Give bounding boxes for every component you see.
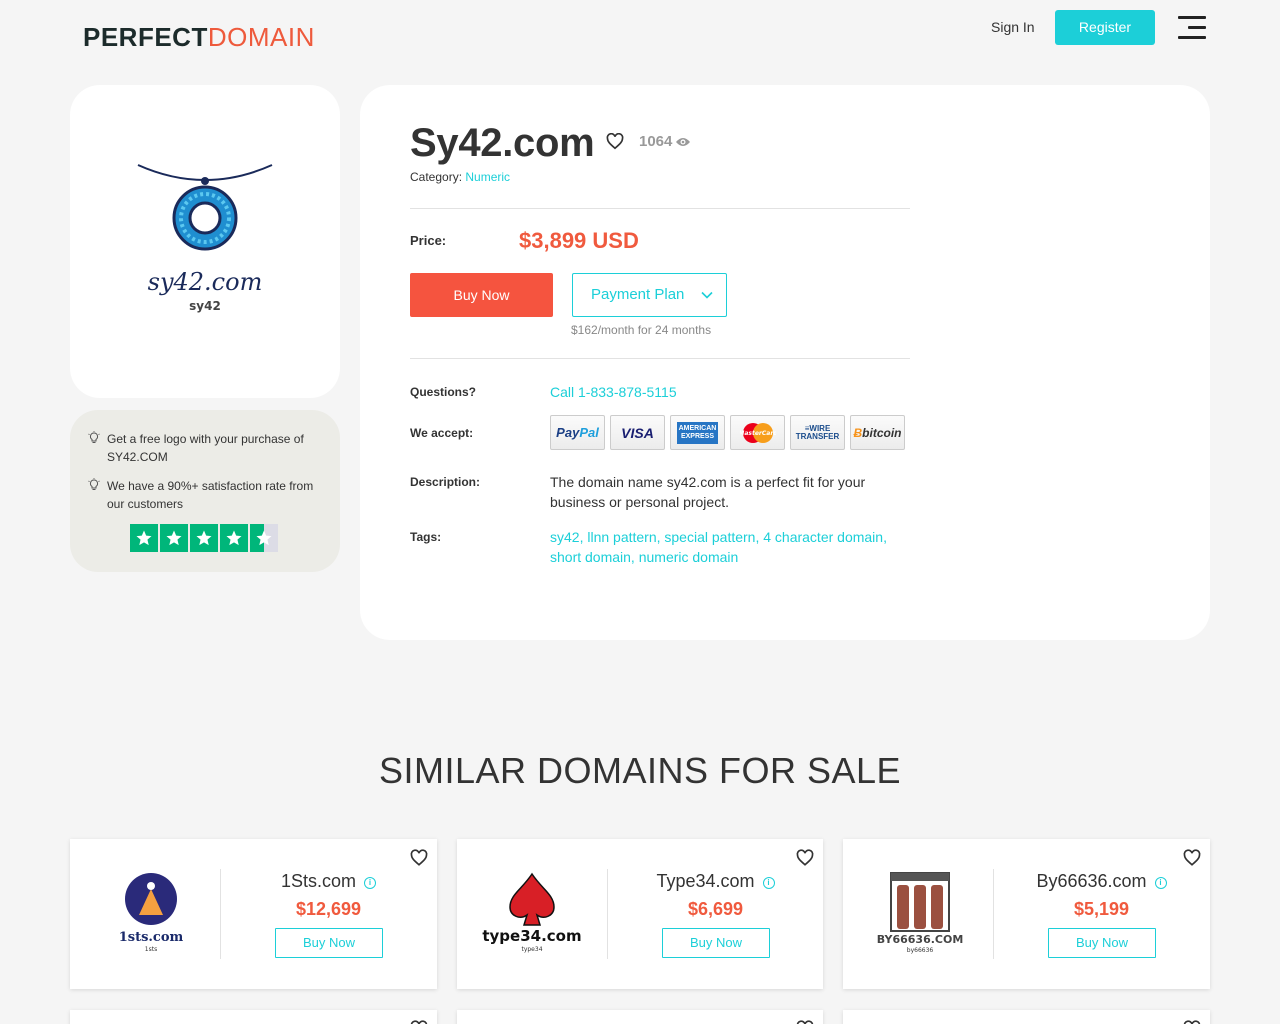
sign-in-link[interactable]: Sign In	[991, 19, 1035, 35]
info-icon[interactable]: i	[364, 877, 377, 889]
heart-icon[interactable]	[796, 1020, 814, 1024]
category-label: Category:	[410, 170, 463, 184]
info-icon[interactable]: i	[1154, 877, 1167, 889]
view-count: 1064	[639, 133, 691, 150]
price-label: Price:	[410, 233, 447, 248]
chevron-down-icon	[701, 291, 713, 299]
domain-name: Type34.com	[656, 871, 755, 891]
domain-logo-image: type34.com type34	[477, 869, 587, 959]
tags-label: Tags:	[410, 530, 442, 544]
svg-text:MasterCard: MasterCard	[740, 430, 776, 437]
domain-name: By66636.com	[1036, 871, 1147, 891]
logo-domain-text: BY66636.COM	[877, 933, 964, 946]
star-icon	[130, 524, 158, 552]
similar-domain-card-partial[interactable]	[843, 1010, 1210, 1024]
we-accept-label: We accept:	[410, 426, 474, 440]
view-count-value: 1064	[639, 133, 673, 150]
logo-sub-text: 1sts	[145, 946, 157, 953]
domain-details-card: Sy42.com 1064 Category: Numeric Price: $…	[360, 85, 1210, 640]
heart-icon[interactable]	[796, 849, 814, 867]
similar-buy-now-button[interactable]: Buy Now	[275, 928, 383, 958]
logo-domain-text: 1sts.com	[119, 930, 184, 945]
similar-domain-card[interactable]: 1sts.com 1sts 1Sts.com i $12,699 Buy Now	[70, 839, 437, 989]
similar-buy-now-button[interactable]: Buy Now	[662, 928, 770, 958]
heart-icon[interactable]	[1183, 849, 1201, 867]
star-icon	[160, 524, 188, 552]
logo-domain-text: sy42.com	[148, 268, 263, 296]
logo-sub-text: by66636	[907, 947, 934, 954]
logo-sub-text: sy42	[189, 299, 221, 313]
category-line: Category: Numeric	[410, 170, 510, 184]
amex-icon: AMERICAN EXPRESS	[670, 415, 725, 450]
info-icon[interactable]: i	[762, 877, 775, 889]
similar-domain-card[interactable]: BY66636.COM by66636 By66636.com i $5,199 …	[843, 839, 1210, 989]
star-icon	[190, 524, 218, 552]
tags-list[interactable]: sy42, llnn pattern, special pattern, 4 c…	[550, 527, 900, 567]
logo-sub-text: type34	[521, 946, 542, 953]
domain-logo-image: BY66636.COM by66636	[863, 869, 973, 959]
domain-name-title: Sy42.com	[410, 121, 595, 165]
phone-link[interactable]: Call 1-833-878-5115	[550, 384, 677, 400]
hamburger-menu-icon[interactable]	[1178, 16, 1206, 40]
similar-domain-price: $5,199	[1073, 899, 1130, 919]
benefit-text: We have a 90%+ satisfaction rate from ou…	[107, 479, 314, 511]
eye-icon	[676, 137, 691, 146]
logo-text-perfect: PERFECT	[83, 22, 208, 52]
questions-label: Questions?	[410, 385, 477, 399]
heart-icon[interactable]	[410, 1020, 428, 1024]
buy-now-button[interactable]: Buy Now	[410, 273, 553, 317]
heart-icon[interactable]	[410, 849, 428, 867]
similar-buy-now-button[interactable]: Buy Now	[1048, 928, 1156, 958]
payment-plan-note: $162/month for 24 months	[571, 323, 712, 337]
similar-domain-price: $6,699	[687, 899, 744, 919]
benefits-card: Get a free logo with your purchase of SY…	[70, 410, 340, 572]
star-icon	[220, 524, 248, 552]
pendant-logo-image: sy42.com sy42	[137, 164, 273, 313]
payment-plan-dropdown[interactable]: Payment Plan	[572, 273, 727, 317]
benefit-free-logo: Get a free logo with your purchase of SY…	[87, 430, 327, 466]
domain-logo-card: sy42.com sy42	[70, 85, 340, 398]
similar-domains-heading: SIMILAR DOMAINS FOR SALE	[378, 750, 902, 791]
similar-domain-name: By66636.com i	[993, 871, 1210, 892]
lightbulb-icon	[88, 431, 100, 443]
divider	[410, 358, 910, 359]
similar-domain-price: $12,699	[295, 899, 362, 919]
description-text: The domain name sy42.com is a perfect fi…	[550, 474, 866, 510]
similar-domain-name: Type34.com i	[607, 871, 824, 892]
domain-name: 1Sts.com	[280, 871, 357, 891]
benefit-text: Get a free logo with your purchase of SY…	[107, 432, 304, 464]
similar-domain-name: 1Sts.com i	[220, 871, 437, 892]
price-value: $3,899 USD	[519, 228, 639, 253]
logo-domain-text: type34.com	[482, 927, 581, 945]
description-label: Description:	[410, 475, 481, 489]
similar-domain-card-partial[interactable]	[457, 1010, 823, 1024]
mastercard-icon: MasterCard	[730, 415, 785, 450]
similar-domain-card-partial[interactable]	[70, 1010, 437, 1024]
heart-icon[interactable]	[1183, 1020, 1201, 1024]
payment-methods: Pay Pal VISA AMERICAN EXPRESS MasterCard ≡…	[550, 415, 905, 450]
payment-plan-label: Payment Plan	[591, 286, 685, 303]
heart-icon[interactable]	[606, 133, 624, 150]
trustpilot-rating	[130, 524, 280, 552]
logo-text-domain: DOMAIN	[207, 22, 315, 52]
benefit-satisfaction: We have a 90%+ satisfaction rate from ou…	[87, 477, 327, 513]
site-logo[interactable]: PERFECTDOMAIN	[83, 22, 315, 53]
register-button[interactable]: Register	[1055, 10, 1155, 45]
similar-domain-card[interactable]: type34.com type34 Type34.com i $6,699 Buy…	[457, 839, 823, 989]
wire-transfer-icon: ≡WIRE TRANSFER	[790, 415, 845, 450]
category-link[interactable]: Numeric	[465, 170, 510, 184]
paypal-icon: Pay Pal	[550, 415, 605, 450]
lightbulb-icon	[88, 478, 100, 490]
half-star-icon	[250, 524, 278, 552]
visa-icon: VISA	[610, 415, 665, 450]
divider	[410, 208, 910, 209]
domain-logo-image: 1sts.com 1sts	[90, 869, 200, 959]
bitcoin-icon: Ƀbitcoin	[850, 415, 905, 450]
